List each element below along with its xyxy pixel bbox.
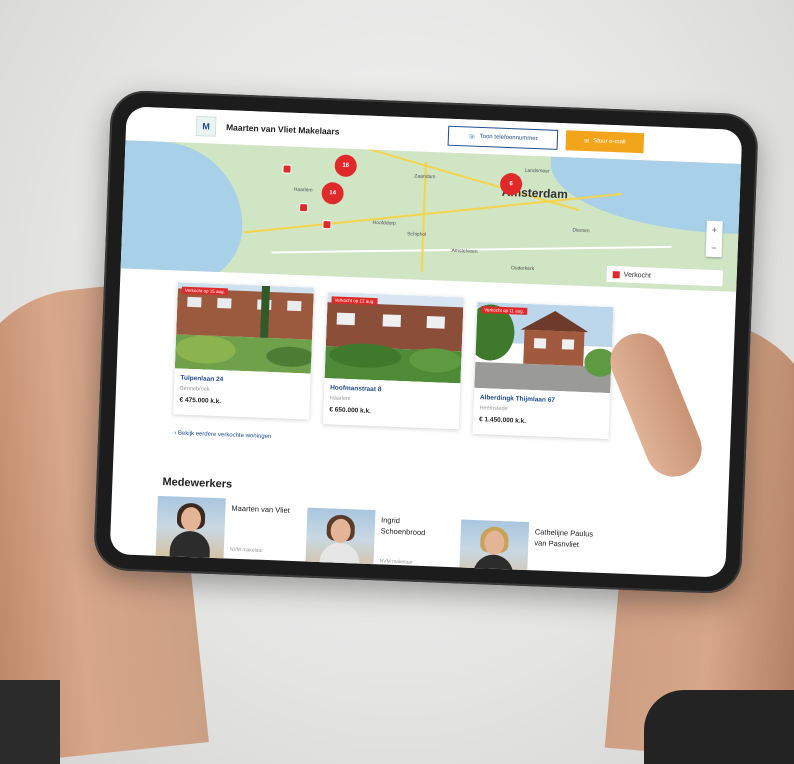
listing-photo: Verkocht op 11 aug. <box>474 301 614 394</box>
team-member-role: NVM makelaar <box>379 558 413 566</box>
map-city-label: Schiphol <box>407 231 427 238</box>
listing-card[interactable]: Verkocht op 12 aug. Hoofmanstraat 8 Haar… <box>322 292 464 430</box>
sales-map[interactable]: Haarlem Zaandam Amstelveen Hoofddorp Sch… <box>120 140 742 292</box>
map-sea <box>120 140 246 285</box>
map-city-label: Hoofddorp <box>372 219 396 227</box>
chevron-right-icon: › <box>174 430 177 437</box>
map-legend-label: Verkocht <box>623 271 652 280</box>
map-sold-pin[interactable] <box>298 203 309 213</box>
more-sold-label: Bekijk eerdere verkochte woningen <box>177 430 272 441</box>
listing-street[interactable]: Tulpenlaan 24 <box>180 375 223 384</box>
team-member-role: NVM makelaar <box>229 546 264 554</box>
brand-name[interactable]: Maarten van Vliet Makelaars <box>226 122 340 136</box>
team-member[interactable]: Cathelijne Paulus van Pasnvliet <box>458 519 601 578</box>
map-sold-pin[interactable] <box>322 219 332 230</box>
avatar-body <box>319 542 361 570</box>
zoom-in-button[interactable]: + <box>706 221 723 240</box>
team-member-name[interactable]: Maarten van Vliet <box>231 503 295 516</box>
avatar <box>155 495 226 559</box>
listing-photo: Verkocht op 12 aug. <box>324 292 464 384</box>
listing-street[interactable]: Alberdingk Thijmlaan 67 <box>480 394 555 404</box>
right-sleeve <box>644 690 794 764</box>
team-member-name[interactable]: Ingrid Schoenbrood <box>381 514 446 538</box>
send-email-label: Stuur e-mail <box>593 138 626 146</box>
map-city-label: Haarlem <box>293 186 313 194</box>
avatar <box>305 507 376 571</box>
team-member[interactable]: Maarten van Vliet NVM makelaar <box>155 495 298 561</box>
team-heading: Medewerkers <box>162 475 233 491</box>
map-city-label: Landsmeer <box>524 167 550 175</box>
phone-icon: ☏ <box>468 133 476 141</box>
show-phone-button[interactable]: ☏ Toon telefoonnummer <box>447 125 559 150</box>
more-sold-link[interactable]: › Bekijk eerdere verkochte woningen <box>174 430 271 440</box>
listing-street[interactable]: Hoofmanstraat 8 <box>330 384 382 393</box>
listing-city: Haarlem <box>329 395 351 403</box>
listing-card[interactable]: Verkocht op 15 aug. Tulpenlaan 24 Benneb… <box>173 282 315 420</box>
listing-card[interactable]: Verkocht op 11 aug. Alberdingk Thijmlaan… <box>472 301 614 440</box>
listing-city: Heemstede <box>479 405 508 413</box>
map-legend[interactable]: Verkocht <box>606 265 723 287</box>
listing-price: € 475.000 k.k. <box>179 396 222 406</box>
map-sold-pin[interactable] <box>282 164 292 174</box>
listing-price: € 1.450.000 k.k. <box>478 416 527 425</box>
map-cluster-marker[interactable]: 16 <box>334 154 358 178</box>
map-cluster-marker[interactable]: 14 <box>321 181 345 205</box>
mail-icon: ✉ <box>584 138 590 145</box>
brand-logo[interactable]: M <box>195 116 217 137</box>
house-photo <box>174 282 315 374</box>
listing-price: € 650.000 k.k. <box>329 406 372 415</box>
avatar-body <box>169 530 211 558</box>
avatar <box>458 519 530 578</box>
listing-city: Bennebroek <box>179 385 210 393</box>
sold-legend-icon <box>612 270 620 278</box>
map-city-label: Zaandam <box>414 173 436 181</box>
house-photo <box>474 301 614 394</box>
listing-photo: Verkocht op 15 aug. <box>174 282 315 374</box>
map-city-label: Diemen <box>572 227 590 235</box>
send-email-button[interactable]: ✉ Stuur e-mail <box>565 130 645 154</box>
team-member-name[interactable]: Cathelijne Paulus van Pasnvliet <box>534 526 599 550</box>
team-member[interactable]: Ingrid Schoenbrood NVM makelaar <box>305 507 447 573</box>
map-city-label: Ouderkerk <box>510 265 535 273</box>
zoom-out-button[interactable]: − <box>705 239 722 258</box>
house-photo <box>324 292 464 384</box>
map-city-label: Amstelveen <box>451 247 478 255</box>
avatar-body <box>472 553 514 578</box>
left-sleeve <box>0 680 60 764</box>
show-phone-label: Toon telefoonnummer <box>479 133 538 143</box>
map-zoom-control[interactable]: + − <box>705 220 723 258</box>
